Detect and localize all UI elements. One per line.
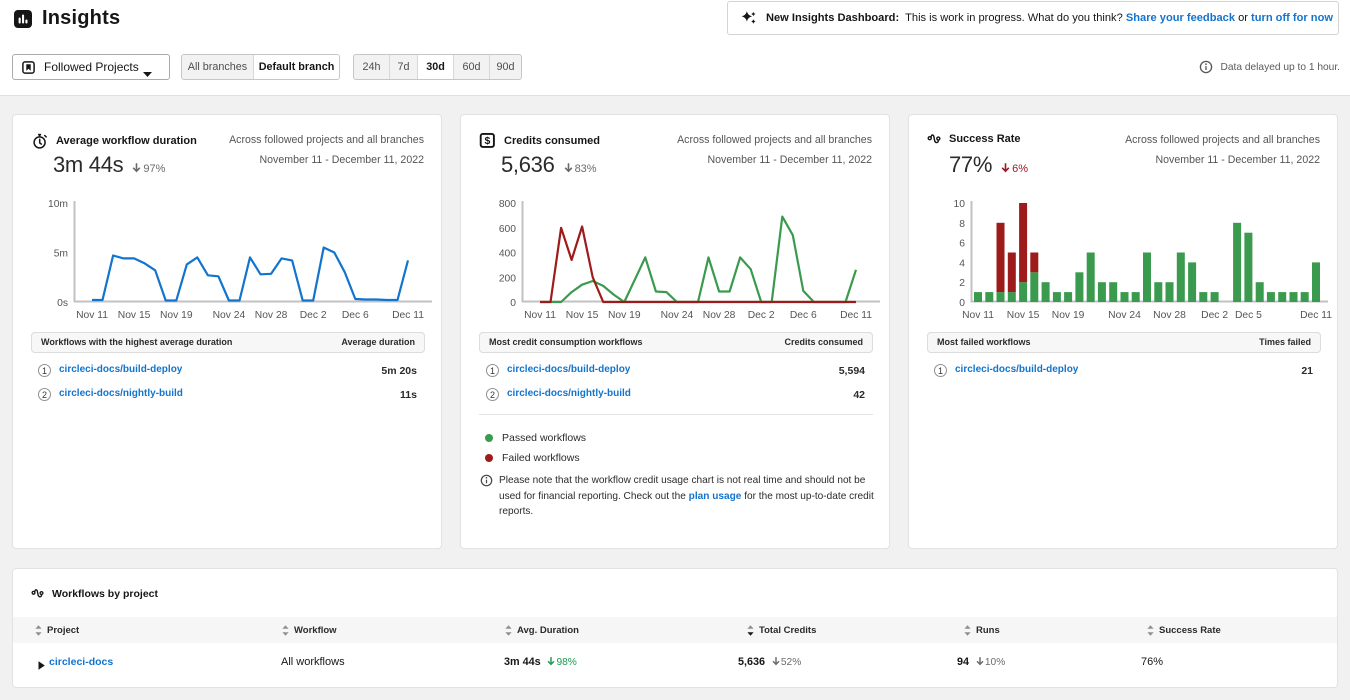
svg-text:Nov 19: Nov 19 — [1052, 310, 1085, 321]
svg-text:400: 400 — [499, 249, 516, 260]
svg-text:Nov 28: Nov 28 — [255, 310, 288, 321]
svg-text:2: 2 — [959, 278, 965, 289]
svg-text:Nov 24: Nov 24 — [1108, 310, 1141, 321]
svg-text:Nov 15: Nov 15 — [1007, 310, 1040, 321]
svg-text:Nov 19: Nov 19 — [608, 310, 641, 321]
svg-text:Dec 2: Dec 2 — [748, 310, 775, 321]
svg-text:600: 600 — [499, 224, 516, 235]
svg-text:Nov 15: Nov 15 — [118, 310, 151, 321]
svg-text:Nov 11: Nov 11 — [524, 310, 556, 321]
svg-text:10m: 10m — [48, 199, 68, 210]
svg-text:800: 800 — [499, 199, 516, 210]
svg-text:Nov 11: Nov 11 — [76, 310, 108, 321]
svg-text:Dec 6: Dec 6 — [342, 310, 369, 321]
svg-text:0: 0 — [510, 298, 516, 309]
svg-text:Dec 2: Dec 2 — [300, 310, 327, 321]
svg-text:Nov 15: Nov 15 — [566, 310, 599, 321]
svg-text:Dec 11: Dec 11 — [392, 310, 424, 321]
svg-text:6: 6 — [959, 239, 965, 250]
svg-text:Nov 24: Nov 24 — [661, 310, 694, 321]
svg-text:4: 4 — [959, 258, 965, 269]
svg-text:Dec 5: Dec 5 — [1235, 310, 1262, 321]
svg-text:5m: 5m — [54, 249, 68, 260]
svg-text:0: 0 — [959, 298, 965, 309]
svg-text:Dec 11: Dec 11 — [1300, 310, 1332, 321]
svg-text:10: 10 — [954, 199, 966, 210]
svg-text:Nov 28: Nov 28 — [1153, 310, 1186, 321]
svg-text:0s: 0s — [57, 298, 68, 309]
svg-text:Nov 24: Nov 24 — [213, 310, 246, 321]
svg-text:Dec 6: Dec 6 — [790, 310, 817, 321]
svg-text:Nov 19: Nov 19 — [160, 310, 193, 321]
svg-text:200: 200 — [499, 273, 516, 284]
svg-text:Dec 2: Dec 2 — [1201, 310, 1228, 321]
svg-text:Nov 11: Nov 11 — [962, 310, 994, 321]
svg-text:Nov 28: Nov 28 — [703, 310, 736, 321]
svg-text:$: $ — [484, 135, 490, 147]
svg-text:Dec 11: Dec 11 — [840, 310, 872, 321]
svg-text:8: 8 — [959, 219, 965, 230]
